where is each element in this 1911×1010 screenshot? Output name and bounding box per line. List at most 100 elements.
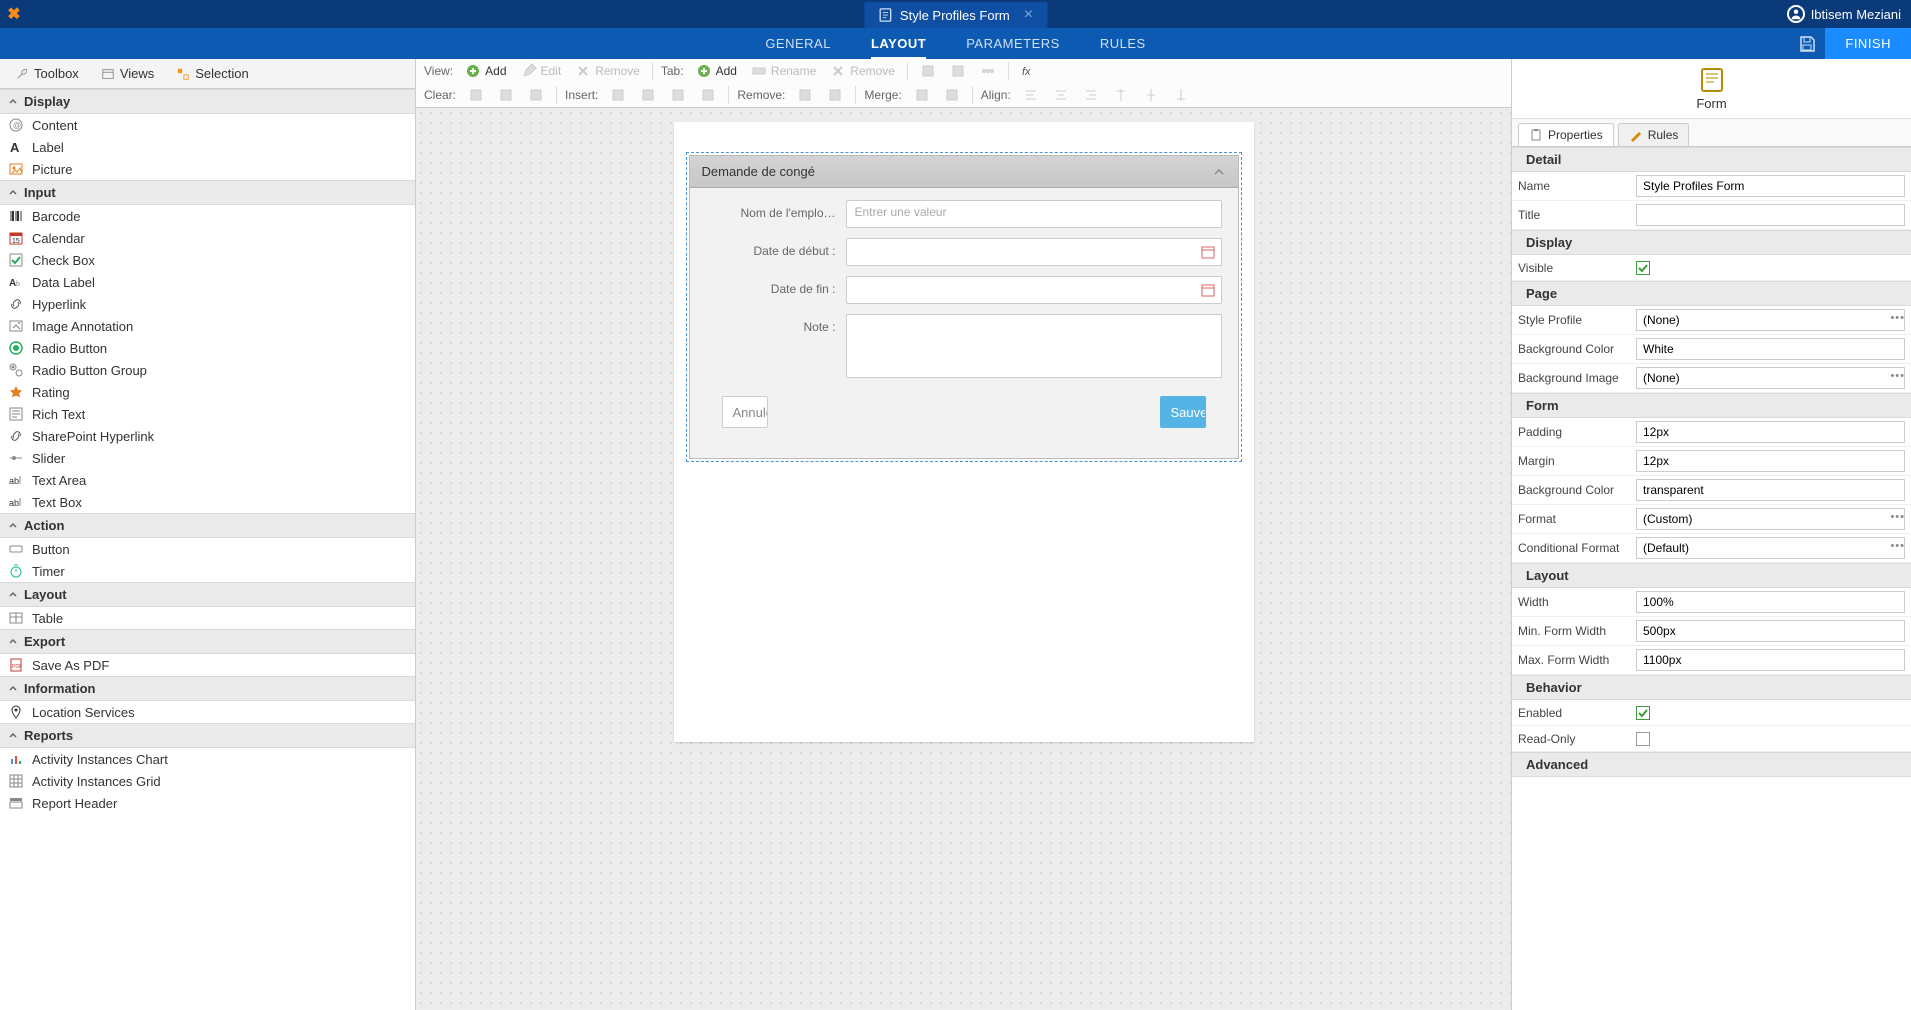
checkbox[interactable]: [1636, 706, 1650, 720]
property-input[interactable]: [1636, 479, 1905, 501]
canvas-scroll[interactable]: Demande de congé Nom de l'emplo… Entrer …: [416, 108, 1511, 1010]
chevron-down-icon: [8, 188, 18, 198]
finish-button[interactable]: FINISH: [1825, 28, 1911, 59]
toolbox-item[interactable]: Table: [0, 607, 415, 629]
property-input[interactable]: [1636, 175, 1905, 197]
toolbox-item[interactable]: AbData Label: [0, 271, 415, 293]
toolbox-category-header[interactable]: Display: [0, 89, 415, 114]
insert-btn-4: [696, 85, 720, 105]
toolbox-item[interactable]: Timer: [0, 560, 415, 582]
tab-add-button[interactable]: Add: [692, 61, 741, 81]
property-group-header[interactable]: Layout: [1512, 563, 1911, 588]
form-selection-outline[interactable]: Demande de congé Nom de l'emplo… Entrer …: [686, 152, 1242, 462]
chevron-up-icon[interactable]: [1212, 165, 1226, 179]
toolbox-category-header[interactable]: Input: [0, 180, 415, 205]
property-input[interactable]: [1636, 450, 1905, 472]
property-input[interactable]: [1636, 537, 1905, 559]
tool-icon: [8, 384, 24, 400]
property-input[interactable]: [1636, 591, 1905, 613]
toolbox-category-header[interactable]: Action: [0, 513, 415, 538]
nav-general[interactable]: GENERAL: [765, 28, 831, 59]
toolbox-item[interactable]: Rich Text: [0, 403, 415, 425]
form-page[interactable]: Demande de congé Nom de l'emplo… Entrer …: [674, 122, 1254, 742]
tool-item-label: Text Area: [32, 473, 86, 488]
view-add-button[interactable]: Add: [461, 61, 510, 81]
checkbox[interactable]: [1636, 732, 1650, 746]
svg-text:b: b: [16, 281, 20, 288]
property-group-header[interactable]: Advanced: [1512, 752, 1911, 777]
toolbox-item[interactable]: 15Calendar: [0, 227, 415, 249]
property-group-header[interactable]: Behavior: [1512, 675, 1911, 700]
property-group-header[interactable]: Detail: [1512, 147, 1911, 172]
primary-save-button[interactable]: Sauvegarder: [1160, 396, 1206, 428]
more-dots-icon[interactable]: •••: [1890, 312, 1905, 324]
property-input[interactable]: [1636, 338, 1905, 360]
save-icon-button[interactable]: [1789, 28, 1825, 59]
more-dots-icon[interactable]: •••: [1890, 511, 1905, 523]
employee-input[interactable]: Entrer une valeur: [846, 200, 1222, 228]
property-input[interactable]: [1636, 421, 1905, 443]
toolbox-item[interactable]: Button: [0, 538, 415, 560]
tool-icon: [8, 252, 24, 268]
document-tab[interactable]: Style Profiles Form ×: [864, 0, 1047, 28]
toolbox-item[interactable]: PDFSave As PDF: [0, 654, 415, 676]
toolbox-item[interactable]: Location Services: [0, 701, 415, 723]
toolbox-item[interactable]: Picture: [0, 158, 415, 180]
tool-item-label: Save As PDF: [32, 658, 109, 673]
toolbox-item[interactable]: Radio Button Group: [0, 359, 415, 381]
note-textarea[interactable]: [846, 314, 1222, 378]
user-chip[interactable]: Ibtisem Meziani: [1787, 5, 1901, 23]
toolbox-item[interactable]: Hyperlink: [0, 293, 415, 315]
checkbox[interactable]: [1636, 261, 1650, 275]
property-input[interactable]: [1636, 508, 1905, 530]
toolbox-item[interactable]: @Content: [0, 114, 415, 136]
toolbar-fx[interactable]: fx: [1017, 61, 1041, 81]
app-close-icon[interactable]: ✖: [0, 0, 28, 28]
nav-layout[interactable]: LAYOUT: [871, 28, 926, 59]
toolbox-item[interactable]: Check Box: [0, 249, 415, 271]
property-input[interactable]: [1636, 620, 1905, 642]
props-tab-rules[interactable]: Rules: [1618, 123, 1690, 146]
more-dots-icon[interactable]: •••: [1890, 540, 1905, 552]
toolbox-list[interactable]: Display@ContentALabelPictureInputBarcode…: [0, 89, 415, 1010]
property-group-header[interactable]: Page: [1512, 281, 1911, 306]
property-input[interactable]: [1636, 309, 1905, 331]
toolbox-item[interactable]: ALabel: [0, 136, 415, 158]
end-date-input[interactable]: [846, 276, 1222, 304]
toolbox-item[interactable]: SharePoint Hyperlink: [0, 425, 415, 447]
property-input[interactable]: [1636, 367, 1905, 389]
clear-label: Clear:: [424, 88, 456, 102]
toolbox-item[interactable]: Slider: [0, 447, 415, 469]
props-tab-properties[interactable]: Properties: [1518, 123, 1614, 146]
toolbox-item[interactable]: Activity Instances Grid: [0, 770, 415, 792]
sidebar-tab-toolbox[interactable]: Toolbox: [6, 63, 88, 84]
toolbox-category-header[interactable]: Layout: [0, 582, 415, 607]
toolbox-item[interactable]: Rating: [0, 381, 415, 403]
property-input[interactable]: [1636, 204, 1905, 226]
property-group-header[interactable]: Display: [1512, 230, 1911, 255]
toolbox-category-header[interactable]: Export: [0, 629, 415, 654]
properties-body[interactable]: DetailNameTitleDisplayVisiblePageStyle P…: [1512, 147, 1911, 1010]
nav-rules[interactable]: RULES: [1100, 28, 1146, 59]
cancel-button[interactable]: Annuler: [722, 396, 768, 428]
toolbox-category-header[interactable]: Information: [0, 676, 415, 701]
toolbox-item[interactable]: abText Box: [0, 491, 415, 513]
toolbox-item[interactable]: Activity Instances Chart: [0, 748, 415, 770]
sidebar-tab-views[interactable]: Views: [92, 63, 163, 84]
tab-close-icon[interactable]: ×: [1024, 6, 1033, 24]
toolbox-item[interactable]: Image Annotation: [0, 315, 415, 337]
toolbox-item[interactable]: Radio Button: [0, 337, 415, 359]
property-row: Min. Form Width: [1512, 617, 1911, 646]
property-group-header[interactable]: Form: [1512, 393, 1911, 418]
sidebar-tab-selection[interactable]: Selection: [167, 63, 257, 84]
property-input[interactable]: [1636, 649, 1905, 671]
toolbox-category-header[interactable]: Reports: [0, 723, 415, 748]
toolbox-item[interactable]: Report Header: [0, 792, 415, 814]
nav-parameters[interactable]: PARAMETERS: [966, 28, 1060, 59]
toolbox-item[interactable]: abText Area: [0, 469, 415, 491]
form-card-header[interactable]: Demande de congé: [690, 156, 1238, 188]
start-date-input[interactable]: [846, 238, 1222, 266]
toolbox-item[interactable]: Barcode: [0, 205, 415, 227]
more-dots-icon[interactable]: •••: [1890, 370, 1905, 382]
align-btn-2: [1049, 85, 1073, 105]
